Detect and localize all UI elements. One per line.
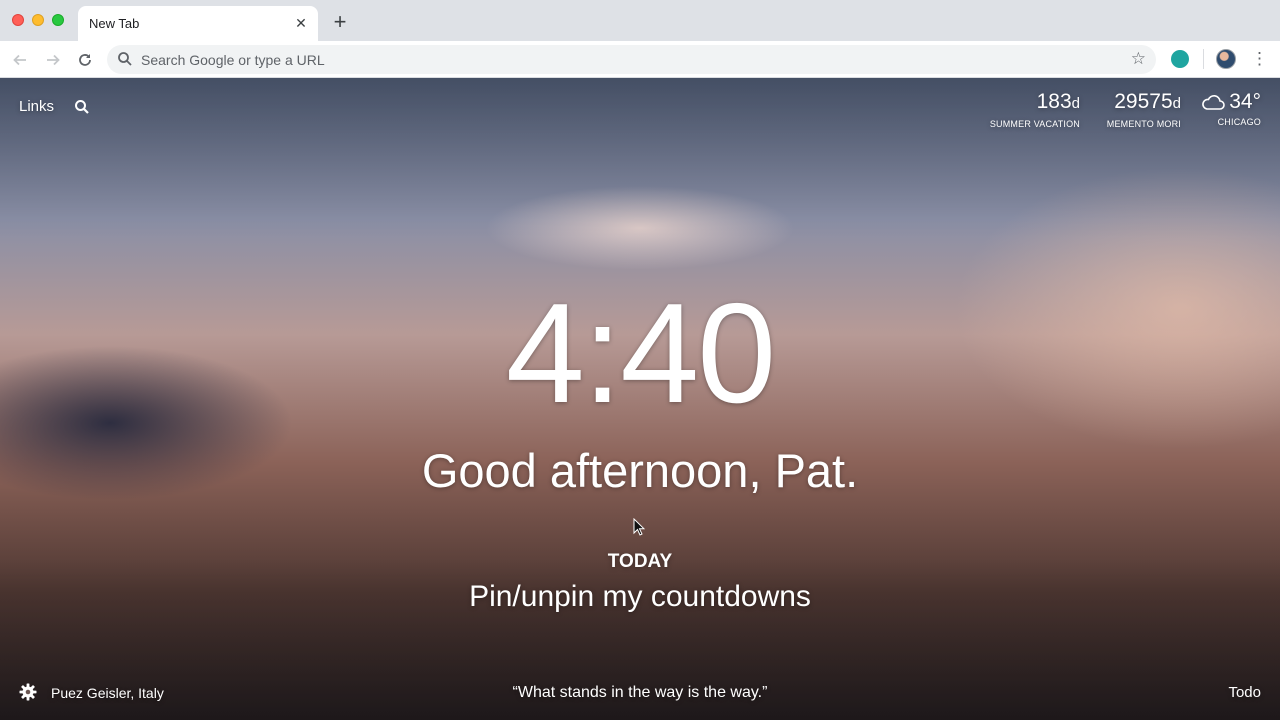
- arrow-right-icon: [47, 54, 60, 66]
- weather-value: 34°: [1201, 90, 1261, 114]
- window-minimize-button[interactable]: [32, 14, 44, 26]
- extension-icon[interactable]: [1171, 50, 1189, 68]
- mouse-cursor-icon: [633, 518, 645, 536]
- countdown-label: SUMMER VACATION: [989, 119, 1080, 129]
- cloud-icon: [1202, 95, 1226, 110]
- omnibox-placeholder: Search Google or type a URL: [141, 52, 325, 68]
- new-tab-page: Links 183d SUMMER VACATION 29575d MEMENT…: [0, 78, 1280, 720]
- todo-button[interactable]: Todo: [1228, 684, 1261, 701]
- greeting[interactable]: Good afternoon, Pat.: [0, 443, 1280, 499]
- weather-widget[interactable]: 34° CHICAGO: [1201, 90, 1261, 127]
- countdown-summer-vacation[interactable]: 183d SUMMER VACATION: [990, 90, 1080, 129]
- focus-label: TODAY: [607, 551, 673, 572]
- reload-button[interactable]: [72, 47, 98, 73]
- omnibox[interactable]: Search Google or type a URL ☆: [107, 45, 1156, 74]
- weather-location: CHICAGO: [1217, 117, 1261, 127]
- tab-close-icon[interactable]: ✕: [292, 14, 310, 32]
- tab-new-tab[interactable]: New Tab ✕: [78, 6, 318, 41]
- profile-avatar[interactable]: [1216, 49, 1236, 69]
- countdown-label: MEMENTO MORI: [1106, 119, 1181, 129]
- tab-title: New Tab: [89, 16, 140, 31]
- new-tab-button[interactable]: +: [330, 11, 350, 33]
- clock: 4:40: [505, 274, 776, 433]
- focus-text[interactable]: Pin/unpin my countdowns: [0, 580, 1280, 614]
- search-icon: [118, 52, 132, 66]
- forward-button[interactable]: [40, 47, 66, 73]
- quote[interactable]: “What stands in the way is the way.”: [0, 684, 1280, 702]
- toolbar-divider: [1203, 49, 1204, 69]
- back-button[interactable]: [7, 47, 33, 73]
- bookmark-star-icon[interactable]: ☆: [1131, 49, 1146, 69]
- tab-strip: New Tab ✕ +: [0, 0, 1280, 41]
- menu-dots-icon[interactable]: ⋮: [1251, 48, 1268, 70]
- countdown-memento-mori[interactable]: 29575d MEMENTO MORI: [1107, 90, 1181, 129]
- window-maximize-button[interactable]: [52, 14, 64, 26]
- countdown-value: 183d: [1036, 90, 1080, 113]
- reload-icon: [79, 54, 91, 66]
- countdown-value: 29575d: [1114, 90, 1181, 113]
- arrow-left-icon: [13, 54, 26, 66]
- window-close-button[interactable]: [12, 14, 24, 26]
- browser-toolbar: Search Google or type a URL ☆: [0, 41, 1280, 78]
- links-button[interactable]: Links: [19, 98, 54, 115]
- search-icon[interactable]: [74, 99, 90, 115]
